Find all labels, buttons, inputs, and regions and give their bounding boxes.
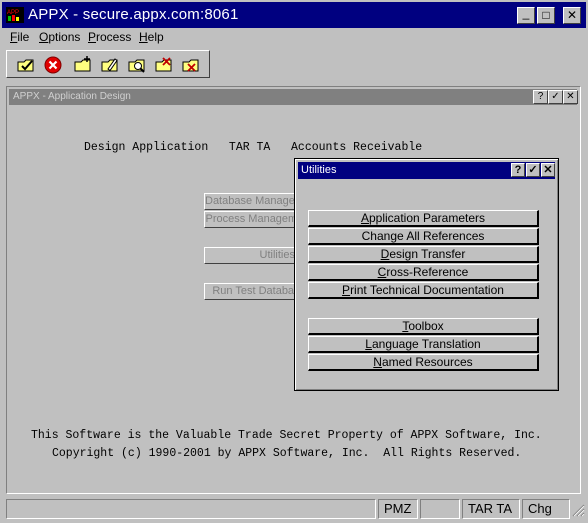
- trade-secret-notice: This Software is the Valuable Trade Secr…: [31, 429, 542, 442]
- close-icon: ✕: [543, 164, 553, 176]
- help-icon: ?: [514, 164, 522, 176]
- check-icon: ✓: [551, 91, 560, 102]
- search-folder-icon[interactable]: [127, 55, 147, 75]
- help-icon: ?: [537, 91, 544, 102]
- status-message-panel: [6, 499, 376, 519]
- appx-logo-icon: APP: [6, 7, 24, 23]
- menu-process[interactable]: Process: [88, 30, 131, 44]
- resize-grip-icon[interactable]: [572, 504, 585, 517]
- status-panel-empty: [420, 499, 460, 519]
- print-technical-documentation-button[interactable]: Print Technical Documentation: [308, 282, 539, 299]
- minimize-icon: _: [522, 6, 530, 20]
- change-all-references-button[interactable]: Change All References: [308, 228, 539, 245]
- window-title: APPX - secure.appx.com:8061: [28, 6, 239, 23]
- edit-folder-icon[interactable]: [100, 55, 120, 75]
- folder-x-icon[interactable]: [181, 55, 201, 75]
- menu-options[interactable]: Options: [39, 30, 80, 44]
- menu-bar: File Options Process Help: [2, 28, 586, 46]
- check-folder-icon[interactable]: [16, 55, 36, 75]
- design-application-header: Design Application TAR TA Accounts Recei…: [84, 141, 423, 154]
- menu-help[interactable]: Help: [139, 30, 164, 44]
- maximize-button[interactable]: □: [537, 7, 555, 24]
- maximize-icon: □: [542, 8, 550, 22]
- child-close-button[interactable]: ✕: [563, 90, 578, 104]
- delete-folder-icon[interactable]: [154, 55, 174, 75]
- close-icon: ✕: [566, 8, 578, 22]
- cross-reference-button[interactable]: Cross-Reference: [308, 264, 539, 281]
- status-bar: PMZ TAR TA Chg: [2, 498, 586, 521]
- design-transfer-button[interactable]: Design Transfer: [308, 246, 539, 263]
- child-window-title: APPX - Application Design: [13, 91, 131, 102]
- close-button[interactable]: ✕: [563, 7, 581, 24]
- utilities-dialog: Utilities ? ✓ ✕ Application Parameters C…: [294, 158, 559, 391]
- help-button[interactable]: ?: [533, 90, 548, 104]
- toolbox-button[interactable]: Toolbox: [308, 318, 539, 335]
- cancel-icon[interactable]: [43, 55, 63, 75]
- menu-file[interactable]: File: [10, 30, 29, 44]
- ok-button[interactable]: ✓: [526, 163, 540, 177]
- close-icon: ✕: [566, 91, 575, 102]
- utilities-title: Utilities: [301, 164, 337, 176]
- minimize-button[interactable]: _: [517, 7, 535, 24]
- dialog-close-button[interactable]: ✕: [541, 163, 555, 177]
- language-translation-button[interactable]: Language Translation: [308, 336, 539, 353]
- check-icon: ✓: [528, 164, 538, 176]
- copyright-notice: Copyright (c) 1990-2001 by APPX Software…: [52, 447, 522, 460]
- child-titlebar[interactable]: APPX - Application Design ? ✓ ✕: [9, 89, 578, 105]
- status-panel-pmz: PMZ: [378, 499, 418, 519]
- utilities-titlebar[interactable]: Utilities ? ✓ ✕: [298, 162, 555, 179]
- window-titlebar[interactable]: APP APPX - secure.appx.com:8061 _ □ ✕: [2, 2, 586, 28]
- status-panel-mode: Chg: [522, 499, 570, 519]
- new-folder-icon[interactable]: [73, 55, 93, 75]
- toolbar: [6, 50, 210, 78]
- ok-button[interactable]: ✓: [548, 90, 563, 104]
- named-resources-button[interactable]: Named Resources: [308, 354, 539, 371]
- status-panel-application: TAR TA: [462, 499, 520, 519]
- help-button[interactable]: ?: [511, 163, 525, 177]
- application-parameters-button[interactable]: Application Parameters: [308, 210, 539, 227]
